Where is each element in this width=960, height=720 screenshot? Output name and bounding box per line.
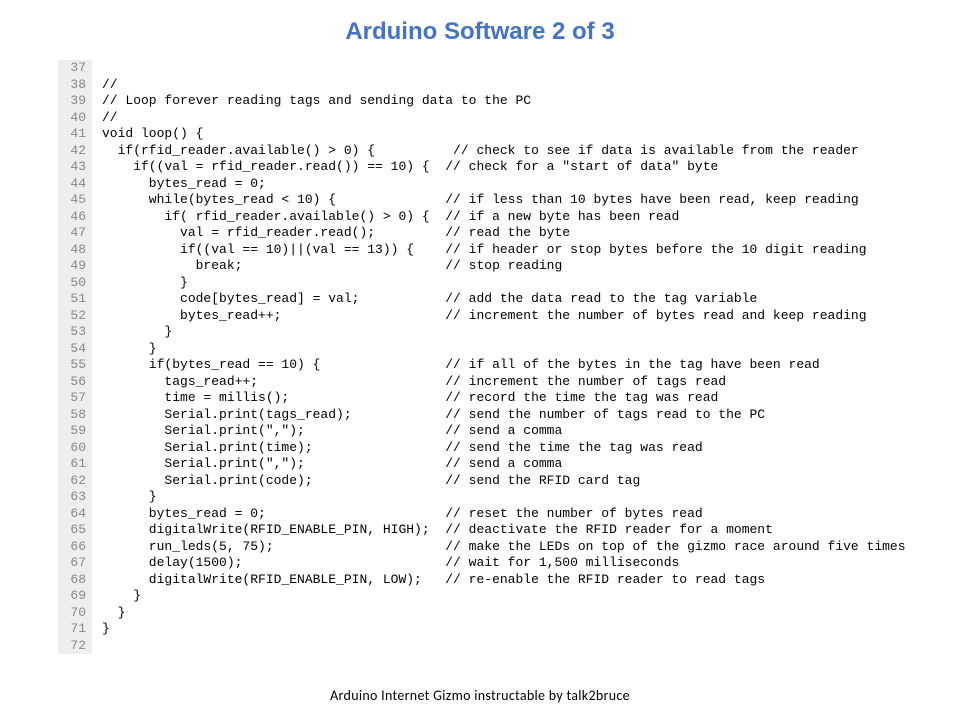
line-number: 47 [62, 225, 86, 242]
code-line: delay(1500); // wait for 1,500 milliseco… [102, 555, 910, 572]
code-line: time = millis(); // record the time the … [102, 390, 910, 407]
code-line: // Loop forever reading tags and sending… [102, 93, 910, 110]
code-line: Serial.print(","); // send a comma [102, 456, 910, 473]
code-editor: 3738394041424344454647484950515253545556… [58, 60, 910, 654]
code-line: digitalWrite(RFID_ENABLE_PIN, HIGH); // … [102, 522, 910, 539]
line-number: 69 [62, 588, 86, 605]
footer-text: Arduino Internet Gizmo instructable by t… [0, 687, 960, 704]
code-line: digitalWrite(RFID_ENABLE_PIN, LOW); // r… [102, 572, 910, 589]
line-number: 48 [62, 242, 86, 259]
line-number: 42 [62, 143, 86, 160]
code-line: bytes_read = 0; // reset the number of b… [102, 506, 910, 523]
line-number: 67 [62, 555, 86, 572]
code-line: void loop() { [102, 126, 910, 143]
code-line: } [102, 605, 910, 622]
code-line: } [102, 489, 910, 506]
line-number-gutter: 3738394041424344454647484950515253545556… [58, 60, 92, 654]
code-line: Serial.print(tags_read); // send the num… [102, 407, 910, 424]
line-number: 46 [62, 209, 86, 226]
line-number: 60 [62, 440, 86, 457]
code-line: } [102, 324, 910, 341]
line-number: 50 [62, 275, 86, 292]
code-line: Serial.print(time); // send the time the… [102, 440, 910, 457]
code-line: if((val = rfid_reader.read()) == 10) { /… [102, 159, 910, 176]
line-number: 40 [62, 110, 86, 127]
line-number: 56 [62, 374, 86, 391]
line-number: 71 [62, 621, 86, 638]
code-line: bytes_read = 0; [102, 176, 910, 193]
line-number: 52 [62, 308, 86, 325]
code-line: if( rfid_reader.available() > 0) { // if… [102, 209, 910, 226]
code-line: val = rfid_reader.read(); // read the by… [102, 225, 910, 242]
line-number: 59 [62, 423, 86, 440]
line-number: 38 [62, 77, 86, 94]
line-number: 41 [62, 126, 86, 143]
line-number: 57 [62, 390, 86, 407]
code-line: if((val == 10)||(val == 13)) { // if hea… [102, 242, 910, 259]
code-line: run_leds(5, 75); // make the LEDs on top… [102, 539, 910, 556]
code-line: // [102, 77, 910, 94]
page-title: Arduino Software 2 of 3 [0, 0, 960, 60]
code-line: if(rfid_reader.available() > 0) { // che… [102, 143, 910, 160]
line-number: 68 [62, 572, 86, 589]
line-number: 72 [62, 638, 86, 655]
code-line: // [102, 110, 910, 127]
line-number: 45 [62, 192, 86, 209]
code-line: code[bytes_read] = val; // add the data … [102, 291, 910, 308]
line-number: 63 [62, 489, 86, 506]
code-line [102, 60, 910, 77]
line-number: 61 [62, 456, 86, 473]
line-number: 70 [62, 605, 86, 622]
code-line: bytes_read++; // increment the number of… [102, 308, 910, 325]
code-line: } [102, 341, 910, 358]
code-line: } [102, 275, 910, 292]
line-number: 65 [62, 522, 86, 539]
code-line: tags_read++; // increment the number of … [102, 374, 910, 391]
line-number: 49 [62, 258, 86, 275]
code-line [102, 638, 910, 655]
line-number: 54 [62, 341, 86, 358]
line-number: 66 [62, 539, 86, 556]
code-line: if(bytes_read == 10) { // if all of the … [102, 357, 910, 374]
code-line: break; // stop reading [102, 258, 910, 275]
line-number: 62 [62, 473, 86, 490]
line-number: 64 [62, 506, 86, 523]
line-number: 37 [62, 60, 86, 77]
line-number: 43 [62, 159, 86, 176]
line-number: 53 [62, 324, 86, 341]
code-line: while(bytes_read < 10) { // if less than… [102, 192, 910, 209]
code-line: Serial.print(code); // send the RFID car… [102, 473, 910, 490]
code-line: } [102, 588, 910, 605]
code-line: Serial.print(","); // send a comma [102, 423, 910, 440]
code-line: } [102, 621, 910, 638]
line-number: 58 [62, 407, 86, 424]
line-number: 44 [62, 176, 86, 193]
line-number: 39 [62, 93, 86, 110]
line-number: 51 [62, 291, 86, 308]
line-number: 55 [62, 357, 86, 374]
code-content: //// Loop forever reading tags and sendi… [92, 60, 910, 654]
